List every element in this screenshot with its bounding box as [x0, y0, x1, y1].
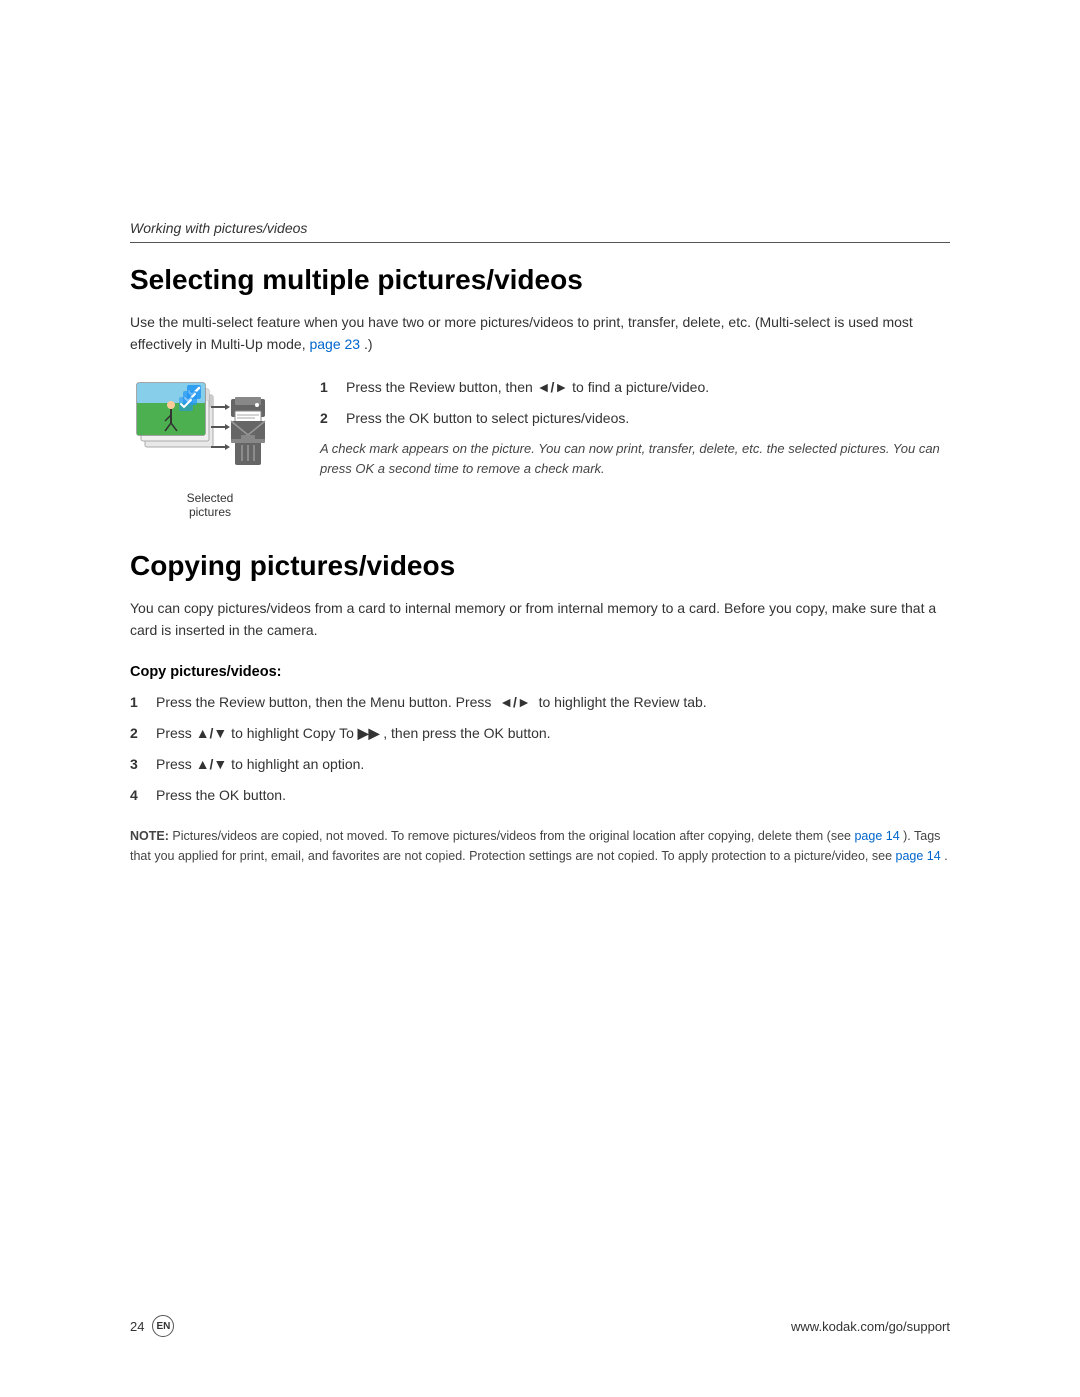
step-number: 2	[320, 408, 336, 429]
step-number: 3	[130, 754, 146, 775]
note-link1[interactable]: page 14	[854, 829, 899, 843]
section1-steps: 1 Press the Review button, then ◄/► to f…	[320, 377, 950, 519]
step-item: 1 Press the Review button, then ◄/► to f…	[320, 377, 950, 398]
illustration-area: Selected pictures	[130, 377, 290, 519]
section2-intro: You can copy pictures/videos from a card…	[130, 597, 950, 642]
section1-title: Selecting multiple pictures/videos	[130, 263, 950, 297]
page-number: 24	[130, 1319, 144, 1334]
illustration-label: Selected pictures	[187, 491, 234, 519]
step-item: 3 Press ▲/▼ to highlight an option.	[130, 754, 950, 775]
section1-link[interactable]: page 23	[309, 336, 360, 352]
step-item: 2 Press the OK button to select pictures…	[320, 408, 950, 429]
divider	[130, 242, 950, 243]
step-number: 2	[130, 723, 146, 744]
footer-url: www.kodak.com/go/support	[791, 1319, 950, 1334]
step-content: Press the Review button, then the Menu b…	[156, 692, 950, 713]
page: Working with pictures/videos Selecting m…	[0, 0, 1080, 1397]
note-text3: .	[944, 849, 947, 863]
section2-title: Copying pictures/videos	[130, 549, 950, 583]
step-number: 1	[130, 692, 146, 713]
step-item: 2 Press ▲/▼ to highlight Copy To ▶▶ , th…	[130, 723, 950, 744]
note-link2[interactable]: page 14	[896, 849, 941, 863]
step-content: Press the OK button to select pictures/v…	[346, 408, 950, 429]
breadcrumb: Working with pictures/videos	[130, 220, 950, 236]
step-note: A check mark appears on the picture. You…	[320, 439, 950, 478]
note-text: Pictures/videos are copied, not moved. T…	[172, 829, 851, 843]
step-item: 1 Press the Review button, then the Menu…	[130, 692, 950, 713]
step-content: Press ▲/▼ to highlight Copy To ▶▶ , then…	[156, 723, 950, 744]
step-content: Press the OK button.	[156, 785, 950, 806]
section1-body: Selected pictures 1 Press the Review but…	[130, 377, 950, 519]
footer: 24 EN www.kodak.com/go/support	[0, 1315, 1080, 1337]
note-label: NOTE:	[130, 829, 169, 843]
section1-intro: Use the multi-select feature when you ha…	[130, 311, 950, 356]
content-area: Working with pictures/videos Selecting m…	[0, 0, 1080, 946]
illustration-svg	[135, 377, 285, 487]
step-content: Press the Review button, then ◄/► to fin…	[346, 377, 950, 398]
step-item: 4 Press the OK button.	[130, 785, 950, 806]
copy-label: Copy pictures/videos:	[130, 664, 950, 680]
step-number: 1	[320, 377, 336, 398]
section2: Copying pictures/videos You can copy pic…	[130, 549, 950, 865]
note-block: NOTE: Pictures/videos are copied, not mo…	[130, 826, 950, 866]
en-badge: EN	[152, 1315, 174, 1337]
step-content: Press ▲/▼ to highlight an option.	[156, 754, 950, 775]
step-number: 4	[130, 785, 146, 806]
footer-left: 24 EN	[130, 1315, 174, 1337]
